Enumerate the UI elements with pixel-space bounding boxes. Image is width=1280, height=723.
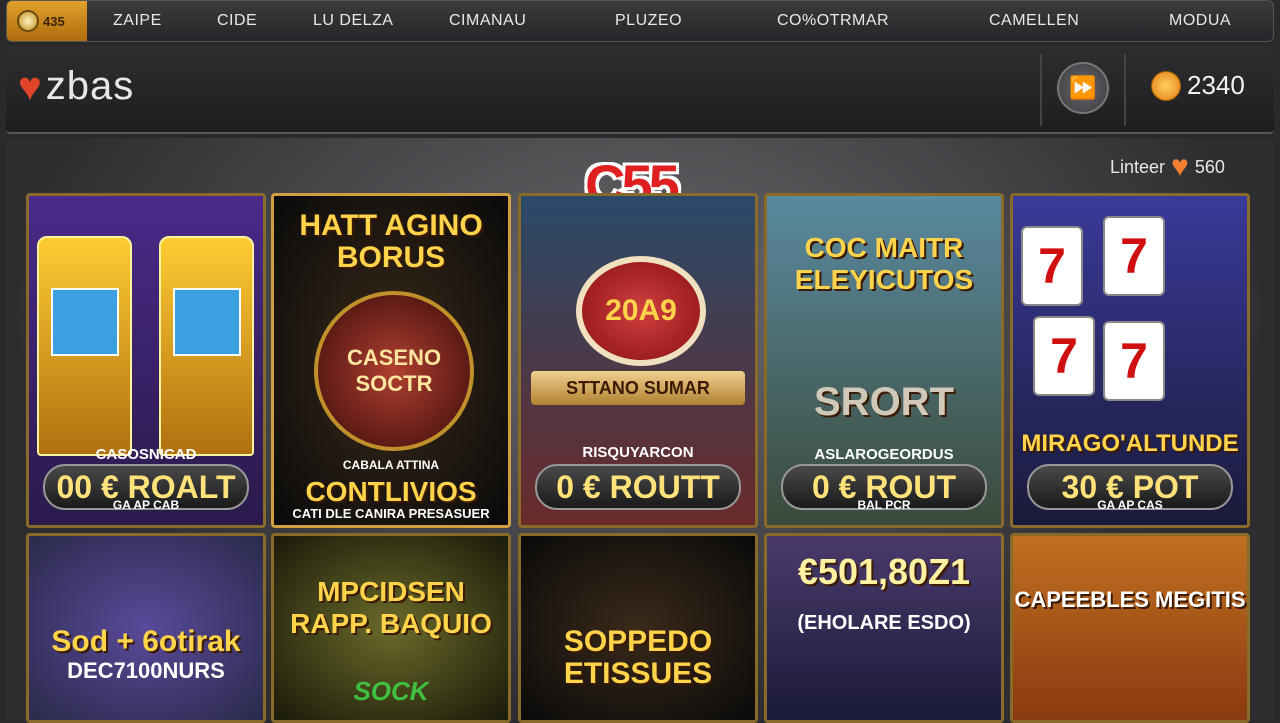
heart-icon: ♥ xyxy=(18,64,42,109)
header-divider xyxy=(1124,54,1126,126)
game-card-slots[interactable]: CASOSNICAD 00 € ROALT GA AP CAB xyxy=(26,193,266,528)
card-subtitle: CABALA ATTINA xyxy=(342,458,440,472)
card-title: €501,80Z1 xyxy=(797,551,971,592)
card-title: MPCIDSEN RAPP. BAQUIO xyxy=(290,576,492,639)
casino-seal-icon: CASENO SOCTR xyxy=(314,291,474,451)
nav-item-cide[interactable]: CIDE xyxy=(217,12,257,30)
card-footer: CATI DLE CANIRA PRESASUER xyxy=(292,506,490,521)
card-title: Sod + 6otirak xyxy=(51,625,241,658)
card-footer: BAL PCR xyxy=(857,498,911,512)
seven-card-icon: 7 xyxy=(1021,226,1083,306)
nav-item-camellen[interactable]: CAMELLEN xyxy=(989,12,1079,30)
card-subtitle: RISQUYARCON xyxy=(582,444,694,461)
nav-item-pluzeo[interactable]: PLUZEO xyxy=(615,12,682,30)
game-card[interactable]: SOPPEDO ETISSUES xyxy=(518,533,758,723)
nav-item-cimanau[interactable]: CIMANAU xyxy=(449,12,526,30)
card-subtitle: SOCK xyxy=(353,676,429,706)
jackpot-banner: STTANO SUMAR xyxy=(531,371,745,405)
card-subtitle: ASLAROGEORDUS xyxy=(814,446,954,463)
heart-icon: ♥ xyxy=(1171,150,1189,183)
seven-card-icon: 7 xyxy=(1033,316,1095,396)
card-subtitle: (EHOLARE ESDO) xyxy=(797,612,971,634)
nav-item-lu-delza[interactable]: LU DELZA xyxy=(313,12,393,30)
seven-card-icon: 7 xyxy=(1103,216,1165,296)
card-subtitle: CASOSNICAD xyxy=(95,446,197,463)
coin-icon xyxy=(1151,70,1181,101)
brand-name: zbas xyxy=(45,64,135,108)
fast-forward-icon: ⏩ xyxy=(1069,75,1097,100)
header-divider xyxy=(1040,54,1042,126)
card-amount: 0 € ROUTT xyxy=(535,464,741,510)
card-title: MIRAGO'ALTUNDE xyxy=(1021,430,1239,457)
card-mid-text: SRORT xyxy=(814,380,954,424)
top-navigation: 435 ZAIPE CIDE LU DELZA CIMANAU PLUZEO C… xyxy=(6,0,1274,42)
coin-balance: 2340 xyxy=(1151,70,1245,101)
game-card[interactable]: Sod + 6otirak DEC7100NURS xyxy=(26,533,266,723)
game-card-jackpot[interactable]: 20A9 STTANO SUMAR RISQUYARCON 0 € ROUTT xyxy=(518,193,758,528)
brand-logo[interactable]: ♥ zbas xyxy=(18,64,134,109)
card-title: CAPEEBLES MEGITIS xyxy=(1014,587,1246,612)
slot-machine-icon xyxy=(159,236,254,456)
game-card[interactable]: €501,80Z1 (EHOLARE ESDO) xyxy=(764,533,1004,723)
nav-item-cowotrmar[interactable]: CO%OTRMAR xyxy=(777,12,889,30)
counter-value: 560 xyxy=(1194,156,1225,177)
nav-logo[interactable]: 435 xyxy=(7,1,87,41)
counter-label: Linteer xyxy=(1110,156,1166,177)
seal-top-text: CASENO xyxy=(346,345,442,370)
card-title: HATT AGINO BORUS xyxy=(299,209,483,274)
site-header: ♥ zbas ⏩ 2340 xyxy=(6,46,1274,134)
game-card[interactable]: CAPEEBLES MEGITIS xyxy=(1010,533,1250,723)
card-subtitle: DEC7100NURS xyxy=(67,658,225,683)
nav-logo-text: 435 xyxy=(43,13,65,29)
card-title: SOPPEDO ETISSUES xyxy=(563,625,713,690)
slot-machine-icon xyxy=(37,236,132,456)
fast-forward-button[interactable]: ⏩ xyxy=(1057,62,1109,114)
game-card-casino-bonus[interactable]: HATT AGINO BORUS CASENO SOCTR CABALA ATT… xyxy=(271,193,511,528)
card-footer: GA AP CAS xyxy=(1097,498,1163,512)
game-card-sevens[interactable]: 7 7 7 7 MIRAGO'ALTUNDE 30 € POT GA AP CA… xyxy=(1010,193,1250,528)
jackpot-badge: 20A9 xyxy=(576,256,706,366)
likes-counter: Linteer ♥ 560 xyxy=(1110,150,1225,184)
card-amount: CONTLIVIOS xyxy=(305,476,477,507)
balance-value: 2340 xyxy=(1187,70,1245,100)
game-card[interactable]: MPCIDSEN RAPP. BAQUIO SOCK xyxy=(271,533,511,723)
nav-item-zaipe[interactable]: ZAIPE xyxy=(113,12,162,30)
card-title: COC MAITR ELEYICUTOS xyxy=(794,232,974,295)
coin-icon xyxy=(17,10,39,32)
seal-bottom-text: SOCTR xyxy=(355,371,433,396)
seven-card-icon: 7 xyxy=(1103,321,1165,401)
card-footer: GA AP CAB xyxy=(112,498,180,512)
game-card-sport[interactable]: COC MAITR ELEYICUTOS SRORT ASLAROGEORDUS… xyxy=(764,193,1004,528)
nav-item-modua[interactable]: MODUA xyxy=(1169,12,1231,30)
